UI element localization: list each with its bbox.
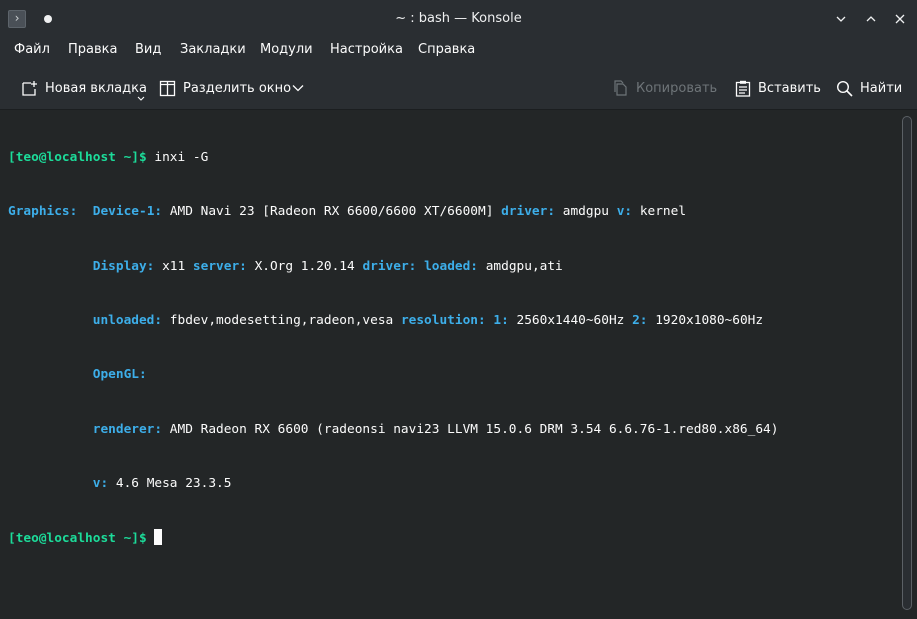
gl-version-value: 4.6 Mesa 23.3.5 [108,475,232,491]
paste-icon [735,80,751,97]
resolution-1-value: 2560x1440~60Hz [508,313,633,329]
resolution-2-key: 2: [632,313,648,329]
close-icon [895,14,905,24]
unloaded-key: unloaded: [92,313,163,329]
title-bar[interactable]: › ~ : bash — Konsole [0,0,917,38]
prompt: [teo@localhost ~]$ [8,150,147,166]
device-value: AMD Navi 23 [Radeon RX 6600/6600 XT/6600… [162,204,502,220]
display-value: x11 [154,258,193,274]
minimize-button[interactable] [832,9,850,29]
window-title: ~ : bash — Konsole [395,11,522,26]
copy-label: Копировать [636,80,718,96]
find-button[interactable]: Найти [836,78,902,98]
loaded-value: amdgpu,ati [478,258,563,274]
renderer-value: AMD Radeon RX 6600 (radeonsi navi23 LLVM… [162,421,779,437]
terminal-line-renderer: renderer: AMD Radeon RX 6600 (radeonsi n… [8,421,779,439]
menu-help[interactable]: Справка [418,42,475,57]
text-cursor [154,529,163,546]
copy-button[interactable]: Копировать [612,78,717,98]
konsole-window: › ~ : bash — Konsole Файл Правка Вид Зак… [0,0,917,619]
terminal-view[interactable]: [teo@localhost ~]$ inxi -G Graphics: Dev… [0,110,917,619]
paste-label: Вставить [758,80,821,96]
unloaded-value: fbdev,modesetting,radeon,vesa [162,313,401,329]
version-key: v: [616,204,633,220]
menu-plugins[interactable]: Модули [260,42,313,57]
menu-view[interactable]: Вид [135,42,161,57]
copy-icon [614,79,627,96]
resolution-key: resolution: [400,313,486,329]
terminal-line-opengl: OpenGL: [8,366,778,384]
paste-button[interactable]: Вставить [735,78,821,98]
display-driver-key: driver: [362,258,417,274]
new-tab-label: Новая вкладка [45,80,147,96]
driver-value: amdgpu [555,204,617,220]
resolution-1-key: 1: [485,313,509,329]
server-key: server: [192,258,247,274]
command-text: inxi -G [146,150,209,166]
terminal-scrollbar[interactable] [902,116,912,610]
maximize-button[interactable] [862,9,880,29]
version-value: kernel [632,204,687,220]
opengl-key: OpenGL: [92,367,147,383]
main-toolbar: Новая вкладка Разделить окно Копировать [0,68,917,108]
renderer-key: renderer: [92,421,163,437]
maximize-icon [866,16,876,22]
gl-version-key: v: [92,475,109,491]
terminal-line-display: Display: x11 server: X.Org 1.20.14 drive… [8,258,778,276]
driver-key: driver: [501,204,556,220]
new-tab-button[interactable]: Новая вкладка [21,78,147,98]
menu-settings[interactable]: Настройка [330,42,403,57]
loaded-key: loaded: [416,258,479,274]
new-tab-icon [22,80,37,96]
menu-bookmarks[interactable]: Закладки [180,42,246,57]
prompt: [teo@localhost ~]$ [8,531,147,547]
menu-edit[interactable]: Правка [68,42,117,57]
split-view-label: Разделить окно [183,80,292,96]
display-key: Display: [92,258,155,274]
resolution-2-value: 1920x1080~60Hz [647,313,764,329]
find-label: Найти [860,80,903,96]
device-key: Device-1: [92,204,163,220]
split-view-icon [159,80,176,96]
server-value: X.Org 1.20.14 [246,258,363,274]
terminal-line-command: [teo@localhost ~]$ inxi -G [8,149,778,167]
menu-file[interactable]: Файл [14,42,50,57]
split-view-dropdown-icon[interactable] [292,84,304,92]
graphics-label: Graphics: [8,204,78,220]
search-icon [836,80,853,97]
terminal-line-unloaded: unloaded: fbdev,modesetting,radeon,vesa … [8,312,778,330]
terminal-line-device: Graphics: Device-1: AMD Navi 23 [Radeon … [8,203,778,221]
terminal-line-prompt: [teo@localhost ~]$ [8,529,778,547]
close-button[interactable] [891,9,909,29]
new-tab-dropdown-icon[interactable] [137,96,145,102]
menu-bar: Файл Правка Вид Закладки Модули Настройк… [0,38,917,64]
terminal-output: [teo@localhost ~]$ inxi -G Graphics: Dev… [8,113,778,583]
split-view-button[interactable]: Разделить окно [159,78,291,98]
terminal-line-gl-version: v: 4.6 Mesa 23.3.5 [8,475,778,493]
minimize-icon [836,16,846,22]
